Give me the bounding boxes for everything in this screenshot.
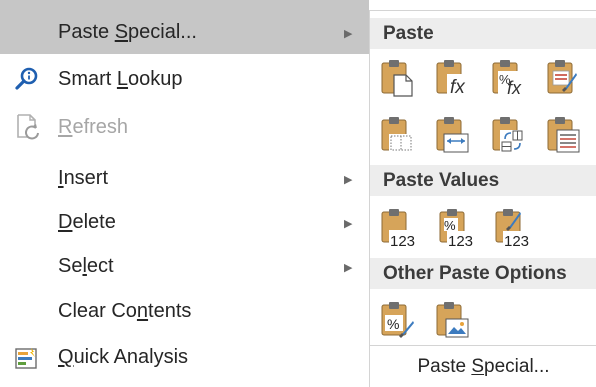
menu-item-label: Delete bbox=[58, 211, 116, 233]
values-text: 123 bbox=[390, 233, 415, 250]
menu-item-quick-analysis[interactable]: Quick Analysis bbox=[0, 335, 369, 381]
submenu-arrow-icon: ▶ bbox=[344, 218, 353, 230]
menu-item-clear-contents[interactable]: Clear Contents bbox=[0, 287, 369, 333]
menu-item-label: Clear Contents bbox=[58, 300, 192, 322]
values-text: 123 bbox=[448, 233, 473, 250]
paste-link-formatting-icon[interactable] bbox=[546, 114, 582, 154]
menu-item-label: Refresh bbox=[58, 116, 129, 138]
section-header-paste: Paste bbox=[370, 18, 596, 49]
menu-item-label: Insert bbox=[58, 167, 109, 189]
menu-item-select[interactable]: Select ▶ bbox=[0, 243, 369, 287]
submenu-arrow-icon: ▶ bbox=[344, 174, 353, 186]
paste-formulas-number-formatting-icon[interactable]: % fx bbox=[491, 57, 527, 97]
no-borders-icon[interactable] bbox=[380, 114, 416, 154]
submenu-arrow-icon: ▶ bbox=[344, 28, 353, 40]
quick-analysis-icon bbox=[14, 346, 40, 372]
fx-text: fx bbox=[507, 78, 522, 97]
menu-item-delete[interactable]: Delete ▶ bbox=[0, 199, 369, 243]
menu-item-label: Paste Special... bbox=[58, 21, 197, 43]
menu-item-paste-special[interactable]: Paste Special... ▶ bbox=[0, 0, 369, 54]
menu-item-label: Quick Analysis bbox=[58, 346, 189, 368]
fx-text: fx bbox=[450, 77, 466, 97]
values-source-formatting-icon[interactable]: 123 bbox=[494, 206, 538, 250]
paste-values-icon[interactable]: 123 bbox=[380, 206, 424, 250]
percent-text: % bbox=[444, 218, 456, 233]
keep-source-formatting-icon[interactable] bbox=[546, 57, 582, 97]
paste-special-menu-item[interactable]: Paste Special... bbox=[370, 356, 596, 378]
paste-picture-icon[interactable] bbox=[435, 299, 471, 339]
values-number-formatting-icon[interactable]: % 123 bbox=[438, 206, 482, 250]
menu-item-insert[interactable]: Insert ▶ bbox=[0, 155, 369, 199]
paste-icon[interactable] bbox=[380, 57, 416, 97]
submenu-arrow-icon: ▶ bbox=[344, 262, 353, 274]
submenu-separator bbox=[370, 345, 596, 346]
percent-text: % bbox=[387, 316, 399, 332]
paste-formatting-icon[interactable]: % bbox=[380, 299, 416, 339]
menu-item-label: Smart Lookup bbox=[58, 68, 183, 90]
paste-formulas-icon[interactable]: fx bbox=[435, 57, 471, 97]
transpose-icon[interactable] bbox=[491, 114, 527, 154]
values-text: 123 bbox=[504, 233, 529, 250]
menu-item-label: Select bbox=[58, 255, 114, 277]
paste-special-submenu: Paste fx % fx Paste Values 123 % 123 123… bbox=[369, 10, 596, 387]
search-icon bbox=[14, 66, 40, 92]
keep-column-widths-icon[interactable] bbox=[435, 114, 471, 154]
section-header-paste-values: Paste Values bbox=[370, 165, 596, 196]
context-menu: Paste Special... ▶ Smart Lookup Refresh bbox=[0, 0, 369, 387]
menu-item-smart-lookup[interactable]: Smart Lookup bbox=[0, 55, 369, 101]
refresh-icon bbox=[14, 113, 42, 141]
section-header-other-paste-options: Other Paste Options bbox=[370, 258, 596, 289]
menu-item-refresh: Refresh bbox=[0, 103, 369, 149]
